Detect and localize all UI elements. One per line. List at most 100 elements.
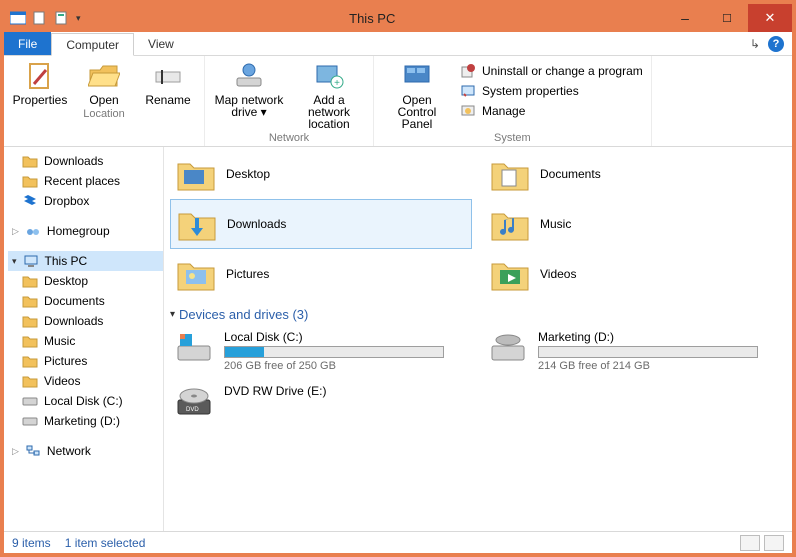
- rename-label: Rename: [145, 94, 190, 106]
- folder-documents[interactable]: Documents: [484, 149, 786, 199]
- tab-file[interactable]: File: [4, 32, 51, 55]
- dropbox-icon: [22, 193, 38, 209]
- chevron-down-icon: ▾: [12, 256, 17, 267]
- drive-name: DVD RW Drive (E:): [224, 384, 468, 398]
- nav-recent-places[interactable]: Recent places: [8, 171, 163, 191]
- nav-marketing-d[interactable]: Marketing (D:): [8, 411, 163, 431]
- quick-access-toolbar: ▾: [4, 10, 81, 26]
- folder-label: Downloads: [227, 217, 286, 231]
- open-control-panel-button[interactable]: Open Control Panel: [382, 60, 452, 130]
- drive-usage-fill: [225, 347, 264, 357]
- minimize-ribbon-icon[interactable]: ↳: [750, 37, 760, 51]
- dvd-drive-icon: DVD: [174, 384, 214, 420]
- nav-pictures[interactable]: Pictures: [8, 351, 163, 371]
- nav-downloads[interactable]: Downloads: [8, 151, 163, 171]
- drive-usage-bar: [224, 346, 444, 358]
- control-panel-icon: [401, 60, 433, 92]
- rename-icon: [152, 60, 184, 92]
- drive-usage-bar: [538, 346, 758, 358]
- group-system: Open Control Panel Uninstall or change a…: [374, 56, 652, 146]
- documents-folder-icon: [490, 156, 530, 192]
- nav-documents[interactable]: Documents: [8, 291, 163, 311]
- details-view-button[interactable]: [740, 535, 760, 551]
- folder-pictures[interactable]: Pictures: [170, 249, 472, 299]
- tab-computer[interactable]: Computer: [51, 33, 134, 56]
- group-network-title: Network: [269, 132, 309, 144]
- control-panel-label: Open Control Panel: [382, 94, 452, 130]
- nav-homegroup[interactable]: ▷Homegroup: [8, 221, 163, 241]
- group-system-title: System: [494, 132, 531, 144]
- music-folder-icon: [490, 206, 530, 242]
- window-title: This PC: [81, 11, 664, 26]
- help-button[interactable]: ?: [768, 36, 784, 52]
- drive-dvd-e[interactable]: DVD DVD RW Drive (E:): [170, 380, 472, 424]
- folder-desktop[interactable]: Desktop: [170, 149, 472, 199]
- nav-downloads-2[interactable]: Downloads: [8, 311, 163, 331]
- main-area: Downloads Recent places Dropbox ▷Homegro…: [4, 147, 792, 531]
- folder-videos[interactable]: Videos: [484, 249, 786, 299]
- close-button[interactable]: ✕: [748, 4, 792, 32]
- group-location-title: Location: [83, 108, 125, 120]
- drive-marketing-d[interactable]: Marketing (D:) 214 GB free of 214 GB: [484, 326, 786, 376]
- status-item-count: 9 items: [12, 536, 51, 550]
- folder-icon: [22, 313, 38, 329]
- hard-disk-icon: [488, 330, 528, 366]
- system-properties-button[interactable]: System properties: [460, 82, 643, 100]
- drives-grid: Local Disk (C:) 206 GB free of 250 GB Ma…: [170, 326, 786, 424]
- desktop-folder-icon: [176, 156, 216, 192]
- nav-videos[interactable]: Videos: [8, 371, 163, 391]
- icons-view-button[interactable]: [764, 535, 784, 551]
- folder-icon: [22, 353, 38, 369]
- manage-button[interactable]: Manage: [460, 102, 643, 120]
- content-pane[interactable]: Desktop Documents Downloads Music Pictur…: [164, 147, 792, 531]
- map-drive-icon: [233, 60, 265, 92]
- folders-grid: Desktop Documents Downloads Music Pictur…: [170, 149, 786, 299]
- group-location: Properties Open Rename Location: [4, 56, 205, 146]
- window-buttons: – ☐ ✕: [664, 4, 792, 32]
- app-icon: [10, 10, 26, 26]
- uninstall-program-button[interactable]: Uninstall or change a program: [460, 62, 643, 80]
- navigation-pane[interactable]: Downloads Recent places Dropbox ▷Homegro…: [4, 147, 164, 531]
- drive-local-c[interactable]: Local Disk (C:) 206 GB free of 250 GB: [170, 326, 472, 376]
- chevron-right-icon: ▷: [12, 226, 19, 237]
- section-devices[interactable]: ▾ Devices and drives (3): [170, 307, 786, 322]
- folder-icon: [22, 373, 38, 389]
- maximize-button[interactable]: ☐: [706, 4, 748, 32]
- nav-network[interactable]: ▷Network: [8, 441, 163, 461]
- drive-free-label: 206 GB free of 250 GB: [224, 360, 468, 372]
- folder-downloads[interactable]: Downloads: [170, 199, 472, 249]
- properties-button[interactable]: Properties: [12, 60, 68, 106]
- folder-icon: [22, 333, 38, 349]
- status-selected: 1 item selected: [65, 536, 146, 550]
- videos-folder-icon: [490, 256, 530, 292]
- nav-music[interactable]: Music: [8, 331, 163, 351]
- folder-icon: [22, 153, 38, 169]
- section-devices-label: Devices and drives (3): [179, 307, 308, 322]
- folder-icon: [22, 273, 38, 289]
- drive-icon: [22, 413, 38, 429]
- qat-new-icon[interactable]: [32, 10, 48, 26]
- nav-dropbox[interactable]: Dropbox: [8, 191, 163, 211]
- folder-label: Desktop: [226, 167, 270, 181]
- folder-music[interactable]: Music: [484, 199, 786, 249]
- nav-desktop[interactable]: Desktop: [8, 271, 163, 291]
- chevron-right-icon: ▷: [12, 446, 19, 457]
- recent-icon: [22, 173, 38, 189]
- add-network-location-button[interactable]: + Add a network location: [293, 60, 365, 130]
- tab-view[interactable]: View: [134, 32, 188, 55]
- map-network-drive-button[interactable]: Map network drive ▾: [213, 60, 285, 130]
- qat-properties-icon[interactable]: [54, 10, 70, 26]
- rename-button[interactable]: Rename: [140, 60, 196, 106]
- chevron-down-icon: ▾: [170, 309, 175, 320]
- title-bar: ▾ This PC – ☐ ✕: [4, 4, 792, 32]
- map-drive-label: Map network drive ▾: [213, 94, 285, 118]
- minimize-button[interactable]: –: [664, 4, 706, 32]
- ribbon: Properties Open Rename Location Map netw…: [4, 56, 792, 147]
- nav-local-disk-c[interactable]: Local Disk (C:): [8, 391, 163, 411]
- open-label: Open: [89, 94, 118, 106]
- drive-name: Marketing (D:): [538, 330, 782, 344]
- local-disk-icon: [174, 330, 214, 366]
- open-icon: [88, 60, 120, 92]
- open-button[interactable]: Open: [76, 60, 132, 106]
- nav-this-pc[interactable]: ▾This PC: [8, 251, 163, 271]
